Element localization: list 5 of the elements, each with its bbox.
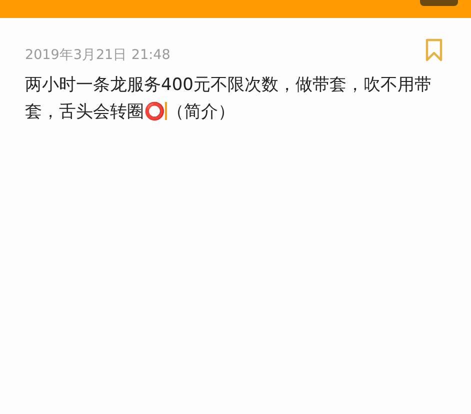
note-text[interactable]: 两小时一条龙服务400元不限次数，做带套，吹不用带套，舌头会转圈⭕（简介） [25,72,449,126]
bookmark-icon[interactable] [425,38,443,62]
note-date: 2019年3月21日 21:48 [25,46,170,64]
menu-button[interactable] [420,0,458,6]
text-cursor [165,102,167,120]
